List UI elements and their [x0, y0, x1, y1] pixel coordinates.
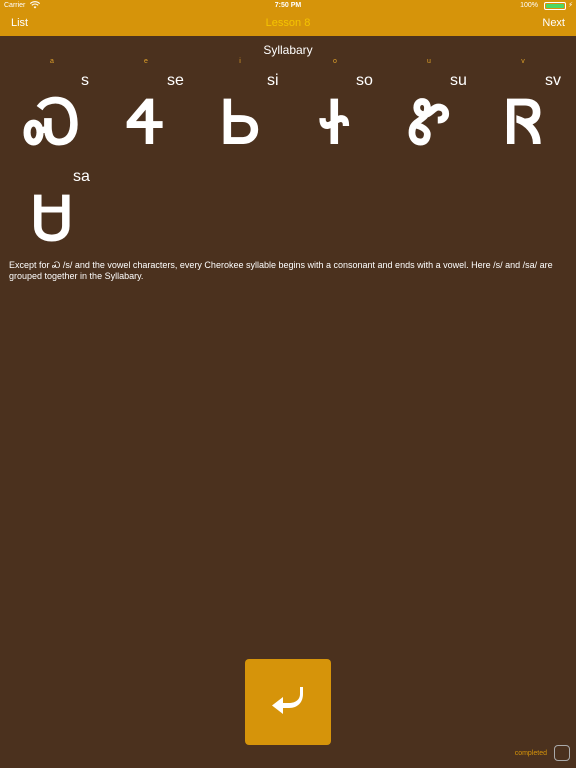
- syllable-glyph: Ꮝ: [24, 88, 80, 158]
- syllable-romanization: su: [450, 72, 467, 89]
- return-button[interactable]: [245, 659, 331, 745]
- vowel-label: u: [427, 58, 431, 65]
- battery-percent: 100%: [520, 2, 538, 9]
- syllable-cell[interactable]: Ꮝ s: [17, 72, 107, 168]
- syllable-glyph: Ꮜ: [31, 184, 73, 254]
- syllable-romanization: si: [267, 72, 279, 89]
- syllable-romanization: s: [81, 72, 89, 89]
- syllable-romanization: sa: [73, 168, 90, 185]
- syllable-glyph: Ꮢ: [504, 88, 544, 158]
- lesson-description: Except for Ꮝ /s/ and the vowel character…: [9, 260, 553, 281]
- vowel-label: i: [239, 58, 241, 65]
- syllable-romanization: sv: [545, 72, 561, 89]
- status-bar: Carrier 7:50 PM 100% ⚡: [0, 0, 576, 12]
- vowel-label: e: [144, 58, 148, 65]
- syllable-glyph: Ꮠ: [319, 88, 351, 158]
- top-bar: Carrier 7:50 PM 100% ⚡ List Lesson 8 Nex…: [0, 0, 576, 36]
- section-heading: Syllabary: [263, 43, 313, 57]
- vowel-label: o: [333, 58, 337, 65]
- completed-checkbox[interactable]: [554, 745, 570, 761]
- clock: 7:50 PM: [274, 2, 302, 9]
- syllable-glyph: Ꮟ: [221, 88, 261, 158]
- next-button[interactable]: Next: [542, 17, 565, 29]
- page-title: Lesson 8: [265, 17, 311, 29]
- vowel-header-row: a e i o u v: [0, 58, 576, 68]
- syllable-romanization: so: [356, 72, 373, 89]
- return-arrow-icon: [272, 687, 303, 714]
- syllable-romanization: se: [167, 72, 184, 89]
- syllable-cell[interactable]: Ꮡ su: [394, 72, 484, 168]
- completed-label: completed: [514, 750, 547, 757]
- syllable-glyph: Ꮡ: [408, 88, 450, 158]
- vowel-label: v: [521, 58, 525, 65]
- navigation-bar: List Lesson 8 Next: [0, 14, 576, 34]
- syllable-cell[interactable]: Ꮠ so: [300, 72, 390, 168]
- charging-icon: ⚡: [568, 2, 573, 9]
- syllable-cell[interactable]: Ꮜ sa: [17, 168, 107, 264]
- vowel-label: a: [50, 58, 54, 65]
- syllable-cell[interactable]: Ꮞ se: [111, 72, 201, 168]
- syllable-glyph: Ꮞ: [127, 88, 165, 158]
- syllable-cell[interactable]: Ꮢ sv: [489, 72, 576, 168]
- syllable-cell[interactable]: Ꮟ si: [206, 72, 296, 168]
- battery-icon: [544, 2, 566, 10]
